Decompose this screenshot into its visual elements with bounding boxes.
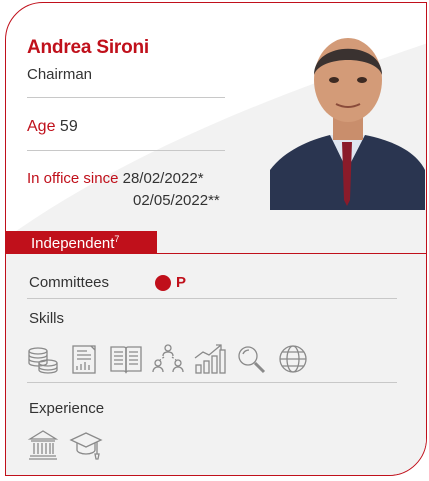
magnifier-icon bbox=[238, 346, 266, 374]
experience-label: Experience bbox=[29, 400, 105, 417]
divider bbox=[27, 298, 397, 299]
globe-icon bbox=[279, 345, 307, 373]
person-name: Andrea Sironi bbox=[27, 37, 149, 58]
footnote-marker: 7 bbox=[114, 234, 120, 244]
age-label: Age bbox=[27, 118, 56, 135]
independent-label: Independent7 bbox=[31, 234, 120, 252]
office-date-1: 28/02/2022* bbox=[122, 170, 204, 187]
age-row: Age 59 bbox=[27, 118, 78, 136]
skills-label: Skills bbox=[29, 310, 65, 327]
graduation-cap-icon bbox=[69, 432, 103, 460]
committees-label: Committees bbox=[29, 274, 110, 291]
financial-report-icon bbox=[72, 345, 96, 374]
office-row: In office since 28/02/2022* bbox=[27, 170, 204, 187]
institution-building-icon bbox=[27, 430, 59, 460]
committee-dot-icon bbox=[155, 275, 171, 291]
age-value: 59 bbox=[59, 118, 78, 135]
divider bbox=[27, 150, 225, 151]
committee-value: P bbox=[176, 274, 187, 291]
coins-icon bbox=[28, 347, 58, 374]
open-book-icon bbox=[110, 346, 142, 374]
people-network-icon bbox=[152, 344, 184, 373]
independent-underline bbox=[5, 253, 427, 254]
portrait-photo bbox=[270, 20, 425, 210]
office-label: In office since bbox=[27, 170, 119, 187]
divider bbox=[27, 382, 397, 383]
person-role: Chairman bbox=[27, 66, 93, 83]
office-date-2: 02/05/2022** bbox=[133, 192, 220, 209]
divider bbox=[27, 97, 225, 98]
bar-chart-growth-icon bbox=[194, 344, 226, 374]
